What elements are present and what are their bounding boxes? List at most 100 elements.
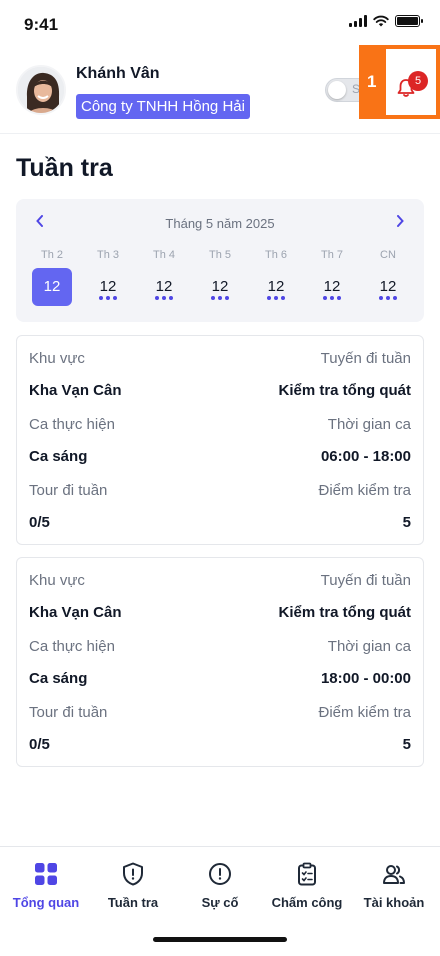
card-row-labels: Khu vực Tuyến đi tuần	[29, 572, 411, 592]
home-indicator	[153, 937, 287, 942]
checkpoint-value: 5	[402, 514, 411, 531]
shift-value: Ca sáng	[29, 448, 88, 465]
event-dots	[379, 296, 397, 300]
calendar-day-tue[interactable]: Th 3 12	[88, 249, 128, 306]
week-calendar: Tháng 5 năm 2025 Th 2 12 Th 3 12 Th 4 12…	[16, 199, 424, 322]
card-row-values: Ca sáng 18:00 - 00:00	[29, 670, 411, 690]
shield-icon	[123, 862, 143, 886]
tour-value: 0/5	[29, 514, 50, 531]
event-dots	[211, 296, 229, 300]
day-date: 12	[155, 278, 173, 295]
notification-button[interactable]: 5	[386, 49, 436, 115]
calendar-day-sun[interactable]: CN 12	[368, 249, 408, 306]
battery-icon	[395, 15, 423, 27]
notification-highlight: 1 5	[359, 45, 440, 119]
route-label: Tuyến đi tuần	[320, 350, 411, 367]
calendar-day-sat[interactable]: Th 7 12	[312, 249, 352, 306]
shift-value: Ca sáng	[29, 670, 88, 687]
day-date: 12	[267, 278, 285, 295]
event-dots	[267, 296, 285, 300]
area-label: Khu vực	[29, 350, 85, 367]
card-row-values: Ca sáng 06:00 - 18:00	[29, 448, 411, 468]
nav-label: Sự cố	[201, 895, 239, 910]
status-icons	[349, 15, 423, 27]
status-bar: 9:41	[0, 0, 440, 50]
nav-label: Tuần tra	[107, 895, 159, 910]
nav-patrol[interactable]: Tuần tra	[89, 861, 177, 910]
tour-label: Tour đi tuần	[29, 482, 108, 499]
nav-label: Chấm công	[271, 895, 343, 910]
card-row-values: Kha Vạn Cân Kiểm tra tổng quát	[29, 382, 411, 402]
route-label: Tuyến đi tuần	[320, 572, 411, 589]
day-of-week: Th 3	[96, 249, 119, 261]
clipboard-icon	[298, 862, 316, 886]
card-row-labels: Khu vực Tuyến đi tuần	[29, 350, 411, 370]
avatar-image	[18, 67, 64, 113]
nav-label: Tổng quan	[12, 895, 80, 910]
day-date: 12	[379, 278, 397, 295]
patrol-card[interactable]: Khu vực Tuyến đi tuần Kha Vạn Cân Kiểm t…	[16, 557, 424, 767]
toggle-knob	[328, 81, 346, 99]
calendar-month: Tháng 5 năm 2025	[165, 216, 275, 231]
event-dots	[155, 296, 173, 300]
area-label: Khu vực	[29, 572, 85, 589]
calendar-day-thu[interactable]: Th 5 12	[200, 249, 240, 306]
nav-incidents[interactable]: Sự cố	[176, 861, 264, 910]
day-of-week: Th 4	[152, 249, 175, 261]
checkpoint-label: Điểm kiểm tra	[318, 482, 411, 499]
checkpoint-value: 5	[402, 736, 411, 753]
shift-time-value: 06:00 - 18:00	[320, 448, 411, 465]
card-row-values: 0/5 5	[29, 514, 411, 534]
event-dots	[99, 296, 117, 300]
shift-label: Ca thực hiện	[29, 638, 115, 655]
shift-time-label: Thời gian ca	[327, 638, 411, 655]
cellular-signal-icon	[349, 15, 367, 27]
company-badge: Công ty TNHH Hồng Hải	[76, 94, 250, 119]
day-date: 12	[32, 268, 72, 306]
chevron-right-icon	[397, 215, 404, 227]
highlight-label: 1	[367, 72, 377, 91]
card-row-values: 0/5 5	[29, 736, 411, 756]
users-icon	[383, 865, 405, 884]
nav-label: Tài khoản	[363, 895, 425, 910]
nav-attendance[interactable]: Chấm công	[263, 861, 351, 910]
checkpoint-label: Điểm kiểm tra	[318, 704, 411, 721]
day-of-week: Th 2	[40, 249, 63, 261]
day-of-week: CN	[380, 249, 396, 261]
day-date: 12	[323, 278, 341, 295]
route-value: Kiểm tra tổng quát	[278, 382, 411, 399]
tour-value: 0/5	[29, 736, 50, 753]
shift-time-label: Thời gian ca	[327, 416, 411, 433]
day-of-week: Th 5	[208, 249, 231, 261]
card-row-labels: Tour đi tuần Điểm kiểm tra	[29, 704, 411, 724]
page-title: Tuần tra	[16, 154, 113, 182]
day-of-week: Th 7	[320, 249, 343, 261]
nav-account[interactable]: Tài khoản	[350, 861, 438, 910]
status-time: 9:41	[24, 15, 59, 34]
alert-circle-icon	[209, 863, 231, 885]
avatar[interactable]	[16, 65, 66, 115]
user-name: Khánh Vân	[76, 65, 160, 82]
nav-overview[interactable]: Tổng quan	[2, 861, 90, 910]
calendar-day-fri[interactable]: Th 6 12	[256, 249, 296, 306]
day-date: 12	[211, 278, 229, 295]
card-row-values: Kha Vạn Cân Kiểm tra tổng quát	[29, 604, 411, 624]
patrol-card[interactable]: Khu vực Tuyến đi tuần Kha Vạn Cân Kiểm t…	[16, 335, 424, 545]
calendar-days: Th 2 12 Th 3 12 Th 4 12 Th 5 12 Th 6 12 …	[16, 249, 424, 309]
card-row-labels: Ca thực hiện Thời gian ca	[29, 638, 411, 658]
card-row-labels: Tour đi tuần Điểm kiểm tra	[29, 482, 411, 502]
notification-count-badge: 5	[408, 71, 428, 91]
area-value: Kha Vạn Cân	[29, 604, 122, 621]
card-row-labels: Ca thực hiện Thời gian ca	[29, 416, 411, 436]
wifi-icon	[373, 15, 389, 27]
calendar-day-wed[interactable]: Th 4 12	[144, 249, 184, 306]
calendar-day-mon[interactable]: Th 2 12	[32, 249, 72, 306]
route-value: Kiểm tra tổng quát	[278, 604, 411, 621]
tour-label: Tour đi tuần	[29, 704, 108, 721]
day-date: 12	[99, 278, 117, 295]
next-week-button[interactable]	[396, 214, 404, 231]
grid-icon	[35, 863, 57, 885]
event-dots	[323, 296, 341, 300]
area-value: Kha Vạn Cân	[29, 382, 122, 399]
shift-label: Ca thực hiện	[29, 416, 115, 433]
